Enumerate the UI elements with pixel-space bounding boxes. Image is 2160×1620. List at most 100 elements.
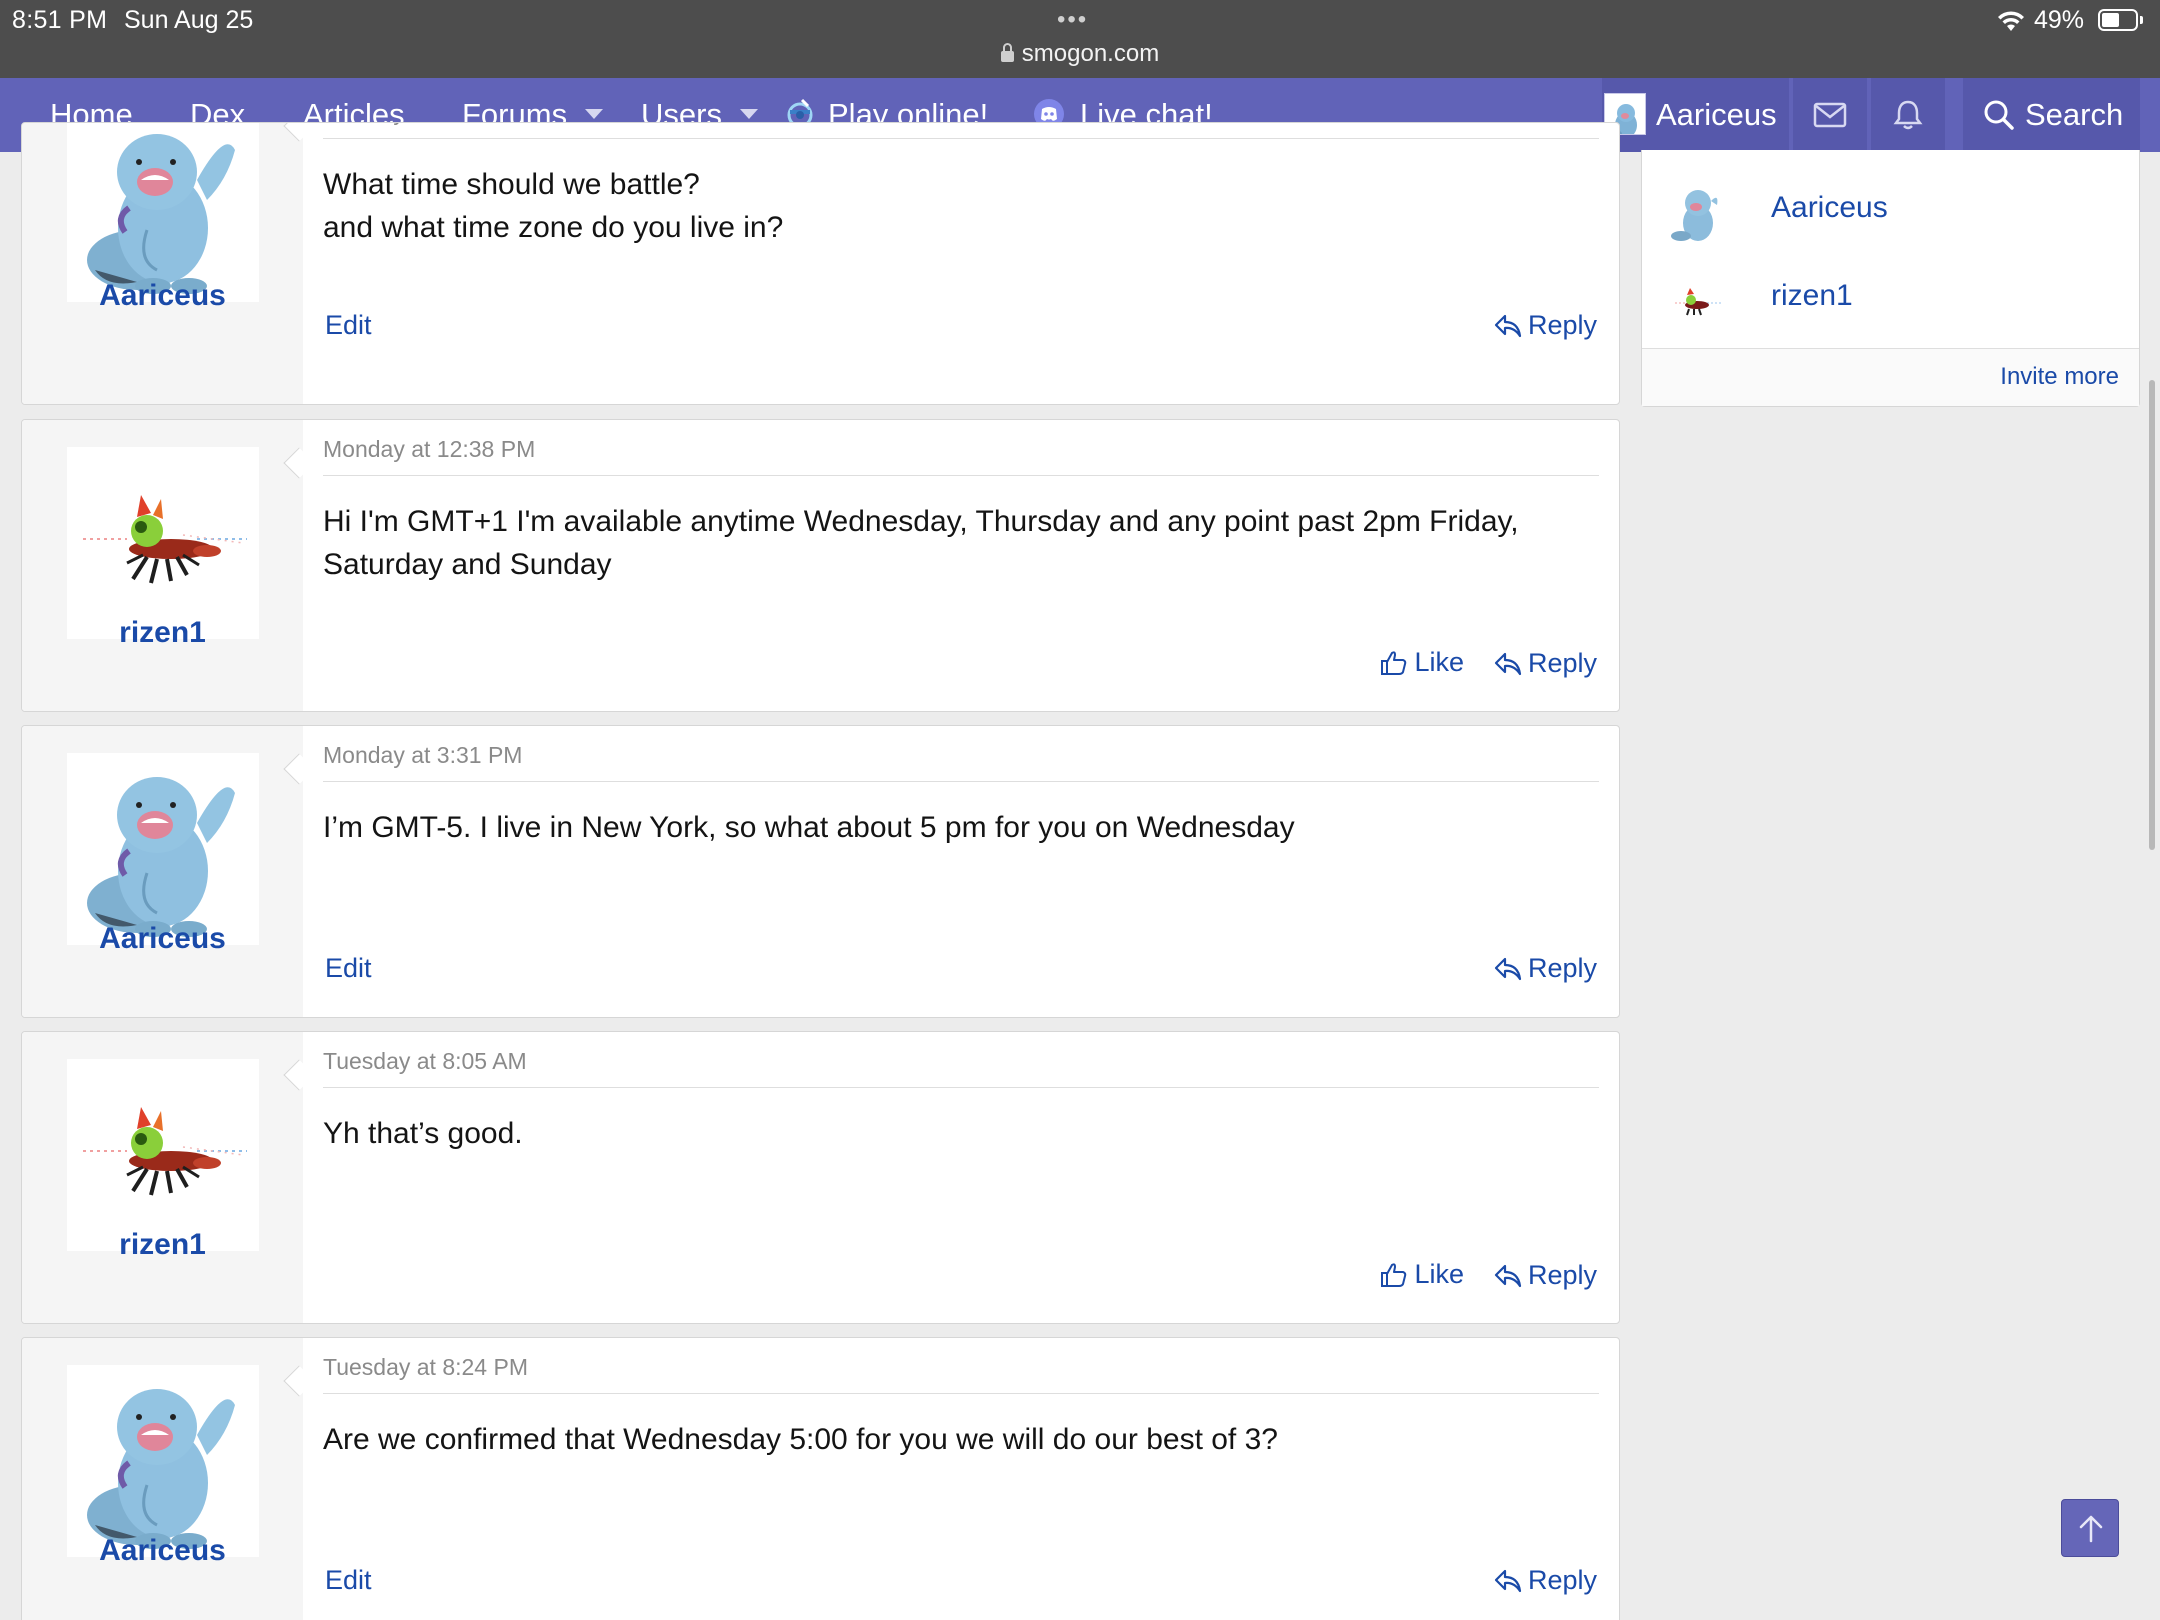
thumbs-up-icon: [1381, 650, 1407, 675]
post-body-line: What time should we battle?: [323, 168, 700, 201]
post-body: Are we confirmed that Wednesday 5:00 for…: [323, 1418, 1599, 1461]
post-body: What time should we battle? and what time…: [323, 163, 1599, 249]
post-username[interactable]: rizen1: [22, 616, 303, 650]
search-label: Search: [2025, 97, 2124, 132]
back-to-top-button[interactable]: [2061, 1499, 2119, 1557]
post-actions: Reply: [1464, 953, 1597, 989]
bell-icon: [1893, 100, 1923, 130]
reply-button[interactable]: Reply: [1494, 648, 1597, 679]
address-url: smogon.com: [1021, 40, 1160, 67]
account-name: Aariceus: [1656, 97, 1777, 132]
post-username[interactable]: Aariceus: [22, 279, 303, 313]
post-content: Monday at 10:37 AM What time should we b…: [323, 123, 1599, 404]
post-timestamp[interactable]: Monday at 12:38 PM: [323, 436, 1599, 476]
reply-label: Reply: [1527, 953, 1597, 983]
account-menu[interactable]: Aariceus: [1602, 78, 1789, 152]
post-content: Tuesday at 8:24 PM Are we confirmed that…: [323, 1338, 1599, 1620]
address-bar[interactable]: smogon.com: [0, 40, 2160, 68]
thumbs-up-icon: [1381, 1262, 1407, 1287]
envelope-icon: [1813, 102, 1847, 128]
participant-avatar: [1667, 183, 1729, 245]
post-body-line: I’m GMT-5. I live in New York, so what a…: [323, 811, 1295, 844]
user-avatar[interactable]: [67, 753, 259, 945]
user-avatar[interactable]: [67, 123, 259, 302]
post-username[interactable]: Aariceus: [22, 1534, 303, 1568]
sidebar-footer: Invite more: [1642, 348, 2139, 406]
message-post: rizen1 Monday at 12:38 PM Hi I'm GMT+1 I…: [21, 419, 1620, 712]
reply-button[interactable]: Reply: [1494, 1260, 1597, 1291]
reply-button[interactable]: Reply: [1494, 1565, 1597, 1596]
like-button[interactable]: Like: [1380, 1259, 1464, 1290]
conversation-participants: Aariceus rizen1 Invite more: [1641, 150, 2140, 407]
chevron-down-icon[interactable]: [585, 108, 604, 119]
browser-status-bar: 8:51 PM Sun Aug 25 ••• smogon.com 49%: [0, 0, 2160, 78]
lock-icon: [1000, 43, 1014, 62]
post-body: Yh that’s good.: [323, 1112, 1599, 1155]
arrow-up-icon: [2079, 1515, 2103, 1543]
post-actions: Like Reply: [1350, 1259, 1597, 1296]
post-actions: Reply: [1464, 1565, 1597, 1601]
post-user-panel: rizen1: [22, 1032, 303, 1323]
user-avatar[interactable]: [67, 447, 259, 639]
reply-button[interactable]: Reply: [1494, 953, 1597, 984]
battery-icon: [2098, 9, 2143, 31]
reply-label: Reply: [1527, 1565, 1597, 1595]
reply-icon: [1494, 1569, 1522, 1592]
post-user-panel: Aariceus: [22, 1338, 303, 1620]
like-label: Like: [1414, 647, 1464, 677]
wifi-icon: [1998, 11, 2024, 31]
post-body: Hi I'm GMT+1 I'm available anytime Wedne…: [323, 500, 1599, 586]
search-icon: [1984, 100, 2014, 130]
battery-percent: 49%: [2034, 6, 2085, 34]
user-avatar[interactable]: [67, 1059, 259, 1251]
search-button[interactable]: Search: [1963, 78, 2140, 152]
message-post: Aariceus Tuesday at 8:24 PM Are we confi…: [21, 1337, 1620, 1620]
page-scrollbar[interactable]: [2149, 380, 2155, 850]
alerts-button[interactable]: [1871, 78, 1945, 152]
post-body-line: and what time zone do you live in?: [323, 211, 784, 244]
reply-icon: [1494, 1264, 1522, 1287]
post-timestamp[interactable]: Tuesday at 8:24 PM: [323, 1354, 1599, 1394]
like-label: Like: [1414, 1259, 1464, 1289]
post-body: I’m GMT-5. I live in New York, so what a…: [323, 806, 1599, 849]
message-post: Aariceus Monday at 3:31 PM I’m GMT-5. I …: [21, 725, 1620, 1018]
like-button[interactable]: Like: [1380, 647, 1464, 678]
chevron-down-icon[interactable]: [739, 108, 758, 119]
inbox-button[interactable]: [1793, 78, 1867, 152]
participant-name[interactable]: Aariceus: [1771, 191, 1888, 225]
status-time: 8:51 PM: [12, 6, 108, 34]
account-link: Aariceus: [1604, 78, 1777, 152]
post-user-panel: Aariceus: [22, 726, 303, 1017]
user-avatar[interactable]: [67, 1365, 259, 1557]
post-actions: Like Reply: [1350, 647, 1597, 684]
edit-link[interactable]: Edit: [325, 953, 372, 984]
post-timestamp[interactable]: Monday at 10:37 AM: [323, 123, 1599, 139]
post-content: Monday at 3:31 PM I’m GMT-5. I live in N…: [323, 726, 1599, 1017]
message-post: rizen1 Tuesday at 8:05 AM Yh that’s good…: [21, 1031, 1620, 1324]
invite-more-link[interactable]: Invite more: [2000, 363, 2119, 391]
reply-icon: [1494, 652, 1522, 675]
participant-avatar: [1667, 271, 1729, 333]
post-username[interactable]: rizen1: [22, 1228, 303, 1262]
post-timestamp[interactable]: Monday at 3:31 PM: [323, 742, 1599, 782]
reply-icon: [1494, 957, 1522, 980]
tab-dots-icon[interactable]: •••: [1057, 6, 1088, 34]
post-body-line: Are we confirmed that Wednesday 5:00 for…: [323, 1423, 1278, 1456]
reply-label: Reply: [1527, 310, 1597, 340]
post-username[interactable]: Aariceus: [22, 922, 303, 956]
reply-button[interactable]: Reply: [1494, 310, 1597, 341]
post-content: Tuesday at 8:05 AM Yh that’s good. Like …: [323, 1032, 1599, 1323]
post-body-line: Hi I'm GMT+1 I'm available anytime Wedne…: [323, 505, 1519, 538]
participant-name[interactable]: rizen1: [1771, 279, 1853, 313]
status-date: Sun Aug 25: [124, 6, 254, 34]
post-actions: Reply: [1464, 310, 1597, 346]
reply-label: Reply: [1527, 648, 1597, 678]
edit-link[interactable]: Edit: [325, 310, 372, 341]
message-post: Aariceus Monday at 10:37 AM What time sh…: [21, 122, 1620, 405]
reply-icon: [1494, 314, 1522, 337]
post-user-panel: rizen1: [22, 420, 303, 711]
post-user-panel: Aariceus: [22, 123, 303, 404]
edit-link[interactable]: Edit: [325, 1565, 372, 1596]
reply-label: Reply: [1527, 1260, 1597, 1290]
post-timestamp[interactable]: Tuesday at 8:05 AM: [323, 1048, 1599, 1088]
